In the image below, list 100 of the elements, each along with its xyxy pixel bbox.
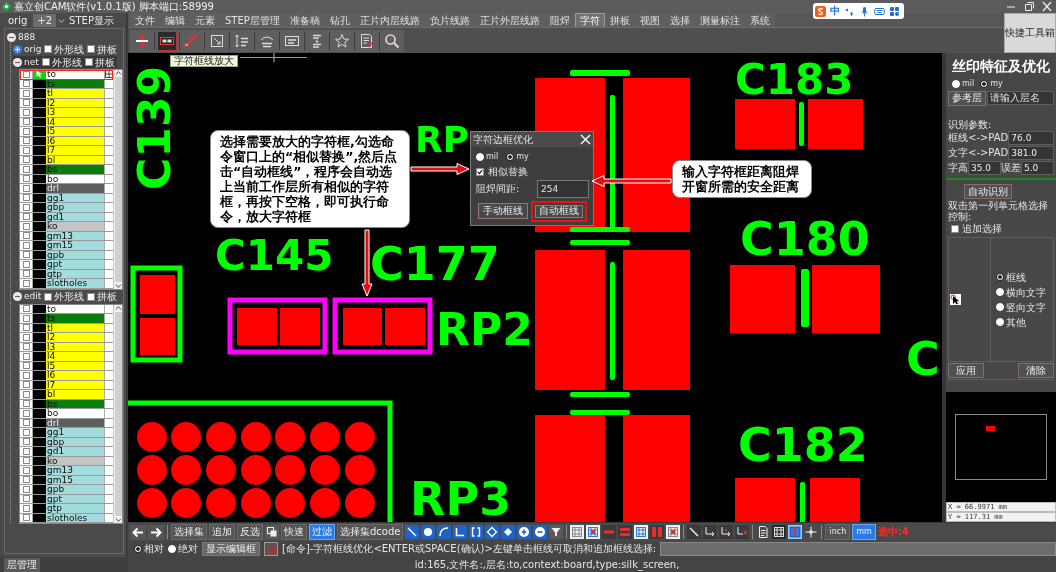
circle-tool-icon[interactable] (421, 525, 436, 539)
unit-radio[interactable] (506, 152, 515, 161)
layer-checkbox[interactable] (22, 184, 30, 192)
layer-checkbox[interactable] (22, 371, 30, 379)
arc-tool-icon[interactable] (437, 525, 452, 539)
layer-row[interactable]: l5 (20, 127, 113, 137)
layer-checkbox[interactable] (22, 314, 30, 322)
layer-checkbox[interactable] (22, 108, 30, 116)
gap-input[interactable]: 254 (537, 180, 589, 198)
layer-checkbox[interactable] (22, 137, 30, 145)
coordinate-radio[interactable] (134, 545, 142, 553)
filter-icon[interactable] (549, 525, 564, 539)
toolbar-button[interactable]: 追加 (209, 524, 235, 540)
arrow-left-icon[interactable] (130, 524, 146, 540)
layer-checkbox[interactable] (22, 447, 30, 455)
layer-checkbox[interactable] (22, 409, 30, 417)
layer-row[interactable]: gpt (20, 260, 113, 270)
menu-item[interactable]: 钻孔 (324, 13, 355, 27)
layer-checkbox[interactable] (22, 428, 30, 436)
layer-row[interactable]: gtp (20, 504, 113, 514)
layer-checkbox[interactable] (22, 203, 30, 211)
layer-checkbox[interactable] (22, 194, 30, 202)
layer-checkbox[interactable] (22, 279, 30, 287)
layer-checkbox[interactable] (22, 80, 30, 88)
tree-node[interactable]: net 外形线 拼板 (13, 56, 117, 68)
similar-checkbox[interactable] (476, 167, 484, 176)
layer-row[interactable]: bl (20, 390, 113, 400)
grid-icon[interactable] (105, 70, 113, 79)
layer-row[interactable]: gm13 (20, 466, 113, 476)
layer-row[interactable]: gg1 (20, 428, 113, 438)
grid-icon[interactable] (666, 525, 681, 539)
layer-checkbox[interactable] (22, 260, 30, 268)
menu-item[interactable]: 文件 (130, 13, 160, 27)
tree-node[interactable]: edit 外形线 拼板 (13, 290, 120, 303)
dialog-button[interactable]: 自动框线 (531, 200, 588, 222)
option-checkbox[interactable] (87, 45, 96, 53)
option-checkbox[interactable] (41, 58, 50, 66)
menu-item[interactable]: 系统 (744, 13, 775, 27)
collapse-icon[interactable] (13, 57, 22, 67)
layer-checkbox[interactable] (22, 165, 30, 173)
scrollbar-thumb[interactable] (114, 311, 122, 516)
menu-item[interactable]: 阻焊 (544, 13, 575, 27)
document-icon[interactable] (756, 525, 771, 539)
tree-node[interactable]: orig 外形线 拼板 (13, 43, 120, 55)
plus-circle-icon[interactable] (517, 525, 532, 539)
layer-checkbox[interactable] (22, 305, 30, 313)
layer-name-input[interactable]: 请输入层名 (987, 91, 1054, 105)
layer-checkbox[interactable] (22, 400, 30, 408)
menu-item[interactable]: 编辑 (160, 13, 190, 27)
crosshair-icon[interactable] (804, 525, 819, 539)
layer-row[interactable]: drl (20, 184, 113, 194)
layer-checkbox[interactable] (22, 222, 30, 230)
layer-row[interactable]: gpb (20, 485, 113, 495)
auto-detect-button[interactable]: 自动识别 (964, 184, 1012, 199)
reference-layer-button[interactable]: 参考层 (948, 90, 986, 106)
show-editor-button[interactable]: 显示编辑框 (202, 542, 260, 556)
corner-cross-icon[interactable] (735, 525, 750, 539)
toolbar-button[interactable]: 快速 (281, 524, 307, 540)
menu-item[interactable]: 视图 (634, 13, 665, 27)
layer-checkbox[interactable] (22, 324, 30, 332)
layer-row[interactable]: l6 (20, 371, 113, 381)
menu-item[interactable]: 正片外层线路 (474, 13, 545, 27)
menu-item[interactable]: 正片内层线路 (354, 13, 425, 27)
layer-checkbox[interactable] (22, 175, 30, 183)
ime-logo-icon[interactable] (815, 5, 826, 17)
layer-checkbox[interactable] (22, 352, 30, 360)
layer-checkbox[interactable] (22, 146, 30, 154)
layer-row[interactable]: l7 (20, 146, 113, 156)
command-input[interactable] (660, 542, 1056, 556)
layer-checkbox[interactable] (22, 70, 30, 78)
copy-icon[interactable] (265, 525, 279, 539)
cursor-icon[interactable] (950, 294, 961, 305)
action-button[interactable]: 应用 (948, 363, 984, 378)
collapse-icon[interactable] (7, 32, 16, 42)
grid-icon[interactable] (889, 5, 900, 17)
node-label[interactable]: 888 (18, 31, 36, 43)
slash-icon[interactable] (687, 525, 702, 539)
param-input[interactable]: 5.0 (1021, 160, 1054, 175)
option-checkbox[interactable] (44, 45, 53, 53)
layer-checkbox[interactable] (22, 89, 30, 97)
silkscreen-frame[interactable] (332, 297, 433, 355)
layer-checkbox[interactable] (22, 232, 30, 240)
grid-icon[interactable] (570, 525, 585, 539)
caret-down-icon[interactable] (58, 17, 66, 24)
scrollbar-thumb[interactable] (114, 77, 122, 282)
select-box-icon[interactable] (264, 542, 278, 556)
layer-row[interactable]: slotholes (20, 513, 113, 523)
menu-item[interactable]: 元素 (190, 13, 220, 27)
layer-checkbox[interactable] (22, 495, 30, 503)
layer-row[interactable]: bo (20, 409, 113, 419)
unit-button[interactable]: inch (825, 524, 851, 540)
minimap[interactable] (946, 392, 1056, 502)
layer-checkbox[interactable] (22, 270, 30, 278)
layer-row[interactable]: gbp (20, 203, 113, 213)
layer-row[interactable]: l3 (20, 108, 113, 118)
close-icon[interactable] (1041, 1, 1053, 12)
ime-mode[interactable]: 中 (830, 5, 840, 17)
grid-icon[interactable] (586, 525, 601, 539)
layer-checkbox[interactable] (22, 381, 30, 389)
rotate-diamond-icon[interactable] (485, 525, 500, 539)
